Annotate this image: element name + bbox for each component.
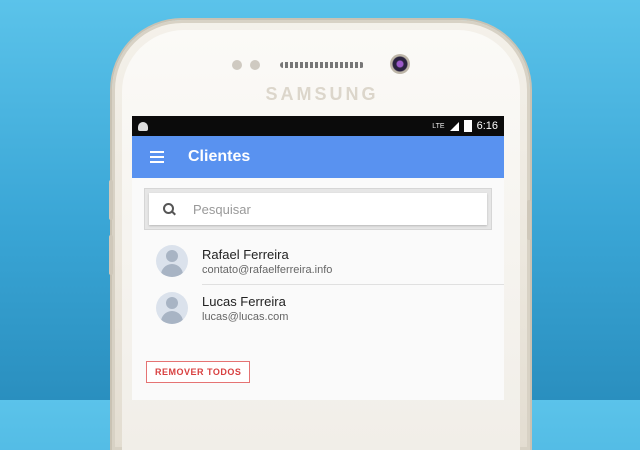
search-input[interactable] (191, 200, 455, 218)
client-name: Rafael Ferreira (202, 246, 289, 262)
sensor-dot (250, 60, 260, 70)
avatar-icon (156, 292, 188, 324)
client-name: Lucas Ferreira (202, 293, 286, 309)
status-time: 6:16 (476, 120, 498, 132)
avatar-icon (156, 245, 188, 277)
status-bar: LTE 6:16 (132, 116, 504, 136)
device-brand-logo: SAMSUNG (265, 84, 379, 104)
signal-icon (449, 121, 459, 131)
network-type: LTE (432, 122, 445, 130)
phone-screen: LTE 6:16 Clientes Rafael Ferreira contat… (132, 116, 504, 400)
power-button (527, 200, 531, 240)
sensor-dot (232, 60, 242, 70)
client-list: Rafael Ferreira contato@rafaelferreira.i… (132, 238, 504, 331)
search-bar[interactable] (149, 193, 487, 225)
client-email: lucas@lucas.com (202, 310, 289, 323)
list-item-client[interactable]: Rafael Ferreira contato@rafaelferreira.i… (132, 238, 504, 284)
search-container (144, 188, 492, 230)
page-title: Clientes (188, 148, 251, 165)
remove-all-button[interactable]: REMOVER TODOS (146, 361, 251, 383)
android-notification-icon (138, 121, 148, 131)
front-camera-icon (390, 54, 410, 74)
volume-button-lower (109, 235, 113, 275)
list-item-client[interactable]: Lucas Ferreira lucas@lucas.com (156, 284, 504, 331)
earpiece-speaker (280, 62, 364, 68)
search-icon (163, 203, 176, 216)
battery-icon (463, 120, 472, 132)
client-email: contato@rafaelferreira.info (202, 263, 333, 276)
volume-button (109, 180, 113, 220)
app-bar: Clientes (132, 136, 504, 178)
hamburger-menu-icon[interactable] (150, 151, 164, 163)
